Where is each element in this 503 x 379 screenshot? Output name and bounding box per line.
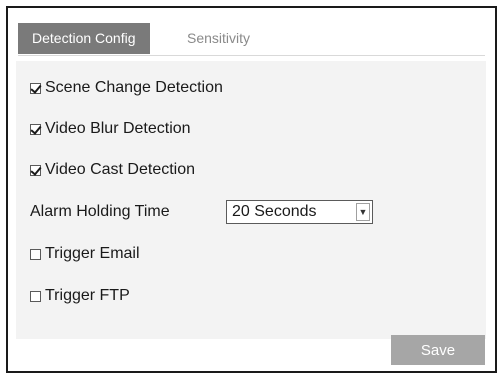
video-cast-checkbox[interactable]: [30, 164, 41, 176]
trigger-email-row: Trigger Email: [30, 243, 140, 265]
scene-change-row: Scene Change Detection: [30, 77, 223, 99]
tab-bar: Detection Config Sensitivity: [18, 21, 485, 56]
trigger-email-label: Trigger Email: [45, 245, 140, 262]
video-cast-row: Video Cast Detection: [30, 159, 195, 181]
trigger-ftp-row: Trigger FTP: [30, 285, 130, 307]
video-blur-label: Video Blur Detection: [45, 120, 191, 137]
trigger-ftp-checkbox[interactable]: [30, 290, 41, 302]
alarm-holding-value: 20 Seconds: [232, 203, 317, 220]
chevron-down-icon[interactable]: ▼: [356, 203, 370, 221]
trigger-ftp-label: Trigger FTP: [45, 287, 130, 304]
alarm-holding-label: Alarm Holding Time: [30, 203, 170, 220]
scene-change-checkbox[interactable]: [30, 82, 41, 94]
save-button[interactable]: Save: [391, 335, 485, 365]
tab-detection-config[interactable]: Detection Config: [18, 23, 150, 54]
settings-panel: Scene Change Detection Video Blur Detect…: [16, 61, 486, 339]
trigger-email-checkbox[interactable]: [30, 248, 41, 260]
video-blur-checkbox[interactable]: [30, 123, 41, 135]
video-blur-row: Video Blur Detection: [30, 118, 191, 140]
alarm-holding-select[interactable]: 20 Seconds ▼: [226, 200, 373, 224]
alarm-holding-row: Alarm Holding Time 20 Seconds ▼: [30, 200, 390, 224]
scene-change-label: Scene Change Detection: [45, 79, 223, 96]
tab-sensitivity[interactable]: Sensitivity: [173, 23, 264, 54]
video-cast-label: Video Cast Detection: [45, 161, 196, 178]
